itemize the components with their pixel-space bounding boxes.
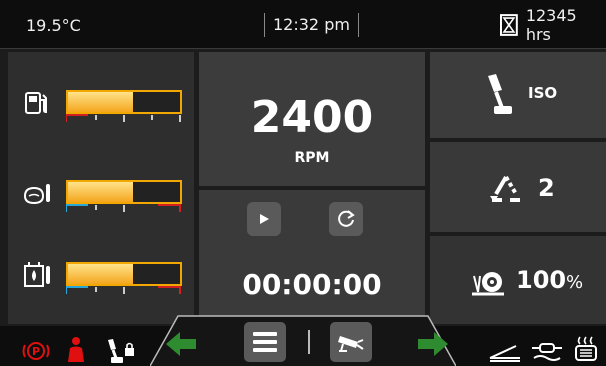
reset-icon <box>338 210 355 227</box>
engine-heater-icon <box>575 336 597 361</box>
engine-oil-temperature-bar <box>66 180 182 204</box>
ambient-temperature: 19.5°C <box>26 16 81 35</box>
fuel-level-bar <box>66 90 182 114</box>
drive-mode-value: 2 <box>538 174 555 202</box>
drive-mode-panel[interactable]: 2 <box>430 142 606 232</box>
timer-start-button[interactable] <box>247 202 281 236</box>
engine-oil-temperature-gauge <box>8 170 194 230</box>
creep-speed-value: 100 <box>516 266 567 294</box>
parking-brake-icon: P <box>22 342 50 360</box>
engine-oil-temperature-fill <box>68 182 133 202</box>
rpm-value: 2400 <box>250 92 374 143</box>
creep-speed-unit: % <box>566 272 584 293</box>
creep-speed-panel[interactable]: 100 % <box>430 236 606 324</box>
hamburger-menu-icon <box>253 332 277 352</box>
previous-page-button[interactable] <box>164 330 198 358</box>
triangle-arrows-icon <box>490 175 520 202</box>
fuel-scale <box>66 114 181 122</box>
menu-button[interactable] <box>244 322 286 362</box>
timer-value: 00:00:00 <box>242 268 382 301</box>
hydraulic-oil-temperature-gauge <box>8 252 194 312</box>
svg-text:P: P <box>32 345 40 358</box>
joystick-lock-icon <box>108 339 134 363</box>
joystick-icon <box>488 74 512 114</box>
arrow-right-icon <box>418 332 448 356</box>
play-icon <box>260 214 269 224</box>
hydraulic-oil-temperature-scale <box>66 286 181 294</box>
hourglass-icon <box>500 14 518 36</box>
camera-button[interactable] <box>330 322 372 362</box>
fuel-level-fill <box>68 92 133 112</box>
timer-panel: 00:00:00 <box>199 190 425 324</box>
hydraulic-oil-temperature-bar <box>66 262 182 286</box>
timer-reset-button[interactable] <box>329 202 363 236</box>
clock-time: 12:32 pm <box>273 15 350 34</box>
security-camera-icon <box>338 336 364 352</box>
control-pattern-label: ISO <box>528 84 558 102</box>
next-page-button[interactable] <box>416 330 450 358</box>
oil-temperature-icon <box>23 184 50 205</box>
navigation-tray <box>150 314 456 366</box>
seat-belt-warning-icon <box>68 337 84 362</box>
snail-icon <box>472 272 504 296</box>
status-bar: 19.5°C 12:32 pm 12345 hrs <box>0 0 606 49</box>
leveling-icon <box>489 345 520 362</box>
rpm-unit: RPM <box>294 150 330 166</box>
fluid-gauges-panel <box>8 52 194 324</box>
hydraulic-tank-temperature-icon <box>24 262 50 287</box>
engine-hours-display: 12345 hrs <box>500 6 606 44</box>
hydraulic-flow-icon <box>532 343 562 361</box>
engine-oil-temperature-scale <box>66 204 181 212</box>
hydraulic-oil-temperature-fill <box>68 264 133 284</box>
arrow-left-icon <box>166 332 196 356</box>
engine-rpm-panel: 2400 RPM <box>199 52 425 186</box>
fuel-pump-icon <box>25 92 47 114</box>
fuel-gauge <box>8 80 194 140</box>
clock-display: 12:32 pm <box>264 13 359 37</box>
nav-divider <box>308 330 310 354</box>
control-pattern-panel[interactable]: ISO <box>430 52 606 138</box>
engine-hours-value: 12345 hrs <box>525 6 577 44</box>
